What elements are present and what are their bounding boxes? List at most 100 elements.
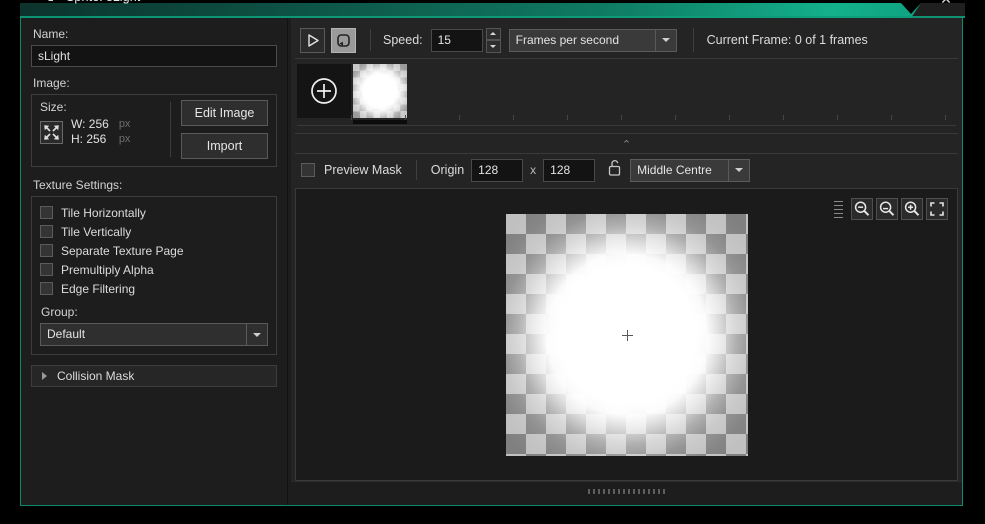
sprite-image-preview[interactable] (505, 213, 748, 456)
titlebar-collapse-icon[interactable] (48, 0, 53, 1)
timeline-tick (513, 115, 514, 120)
checkbox-row-tile-vertically[interactable]: Tile Vertically (40, 222, 268, 241)
collision-mask-section-header[interactable]: Collision Mask (31, 365, 277, 387)
image-label: Image: (33, 76, 70, 90)
texture-settings-label: Texture Settings: (33, 178, 123, 192)
checkbox-row-separate-texture-page[interactable]: Separate Texture Page (40, 241, 268, 260)
size-info: Size: W: 256 H: 256 px px (40, 100, 168, 159)
chevron-up-icon: ⌃ (621, 139, 632, 151)
collision-mask-label: Collision Mask (57, 369, 135, 383)
speed-input[interactable]: 15 (430, 28, 483, 52)
toolbar-divider (295, 58, 958, 59)
titlebar-shape (20, 3, 965, 18)
chevron-down-icon[interactable] (246, 323, 268, 346)
timeline-tick (567, 115, 568, 120)
timeline-tick (459, 115, 460, 120)
group-label: Group: (41, 305, 78, 319)
frame-thumbnail-0[interactable] (353, 64, 407, 118)
size-divider (170, 102, 171, 157)
close-icon[interactable]: ✕ (935, 0, 957, 8)
zoom-in-glyph (904, 201, 920, 216)
loop-glyph (337, 33, 350, 47)
preview-mask-label: Preview Mask (324, 163, 402, 177)
timeline-tick (837, 115, 838, 120)
resize-arrows-icon[interactable] (40, 120, 63, 144)
tile-horizontally-label: Tile Horizontally (61, 205, 146, 220)
timeline-tick (945, 115, 946, 120)
fit-to-screen-glyph (930, 202, 944, 216)
speed-type-dropdown[interactable]: Frames per second (508, 28, 677, 52)
height-unit-label: px (118, 133, 131, 145)
preview-origin-toolbar: Preview Mask Origin 128 x 128 Middle Cen… (295, 156, 958, 184)
texture-group-value: Default (40, 323, 246, 346)
origin-preset-dropdown[interactable]: Middle Centre (630, 158, 751, 182)
speed-stepper[interactable] (485, 27, 501, 53)
window-titlebar[interactable]: Sprite: sLight ✕ (20, 0, 965, 18)
timeline-tick (891, 115, 892, 120)
frames-strip (295, 62, 958, 134)
tile-vertically-checkbox[interactable] (40, 225, 53, 238)
timeline-tick (621, 115, 622, 120)
chevron-down-icon[interactable] (654, 28, 677, 52)
speed-label: Speed: (383, 33, 423, 47)
size-values: W: 256 H: 256 (71, 117, 109, 147)
speed-type-value: Frames per second (508, 28, 655, 52)
window-title: Sprite: sLight (66, 0, 140, 4)
zoom-reset-glyph (879, 201, 895, 216)
checkbox-row-edge-filtering[interactable]: Edge Filtering (40, 279, 268, 298)
origin-label: Origin (430, 163, 465, 177)
sprite-canvas-area[interactable] (295, 188, 958, 481)
name-section: Name: sLight (31, 27, 277, 67)
separate-texture-page-checkbox[interactable] (40, 244, 53, 257)
premultiply-alpha-checkbox[interactable] (40, 263, 53, 276)
separate-texture-page-label: Separate Texture Page (61, 243, 184, 258)
zoom-out-icon[interactable] (851, 198, 873, 220)
import-button[interactable]: Import (181, 133, 268, 159)
toolbar-separator (415, 160, 417, 180)
spinner-up-icon[interactable] (485, 27, 501, 40)
zoom-in-icon[interactable] (901, 198, 923, 220)
play-icon[interactable] (300, 27, 325, 53)
animation-toolbar: Speed: 15 Frames per second Current Fram… (291, 23, 962, 57)
window-status-bar (291, 481, 962, 505)
origin-crosshair-icon (621, 329, 633, 341)
preview-mask-checkbox[interactable] (301, 163, 315, 177)
origin-x-input[interactable]: 128 (471, 158, 524, 182)
add-frame-glyph (311, 78, 337, 104)
premultiply-alpha-label: Premultiply Alpha (61, 262, 154, 277)
spinner-down-icon[interactable] (485, 40, 501, 53)
size-label: Size: (40, 100, 67, 114)
edit-image-button[interactable]: Edit Image (181, 100, 268, 126)
zoom-reset-icon[interactable] (876, 198, 898, 220)
play-glyph (308, 33, 319, 47)
timeline-baseline (297, 125, 956, 126)
fit-to-screen-icon[interactable] (926, 198, 948, 220)
current-frame-status: Current Frame: 0 of 1 frames (706, 33, 868, 47)
origin-y-input[interactable]: 128 (543, 158, 596, 182)
size-units: px px (119, 117, 131, 147)
sprite-name-input[interactable]: sLight (31, 45, 277, 67)
width-unit-label: px (118, 118, 131, 130)
zoom-out-glyph (854, 201, 870, 216)
padlock-unlocked-icon[interactable] (607, 158, 622, 182)
sprite-properties-panel: Name: sLight Image: Size: W: 256 H: 256 … (21, 18, 287, 505)
tile-horizontally-checkbox[interactable] (40, 206, 53, 219)
frames-collapse-handle[interactable]: ⌃ (295, 136, 958, 154)
timeline-ruler[interactable] (297, 115, 956, 127)
checkbox-row-tile-horizontally[interactable]: Tile Horizontally (40, 203, 268, 222)
sprite-editor-window: Sprite: sLight ✕ Name: sLight Image: Siz… (20, 0, 965, 506)
canvas-zoom-controls (834, 198, 948, 220)
edge-filtering-checkbox[interactable] (40, 282, 53, 295)
resize-grip-icon[interactable] (587, 489, 666, 494)
loop-icon[interactable] (331, 27, 356, 53)
resize-arrows-glyph (44, 124, 59, 140)
edge-filtering-label: Edge Filtering (61, 281, 136, 296)
drag-grip-icon[interactable] (834, 200, 843, 218)
timeline-tick (675, 115, 676, 120)
texture-group-dropdown[interactable]: Default (40, 323, 268, 346)
chevron-down-icon[interactable] (728, 158, 751, 182)
add-frame-icon[interactable] (297, 64, 351, 118)
checkbox-row-premultiply-alpha[interactable]: Premultiply Alpha (40, 260, 268, 279)
toolbar-separator (370, 29, 371, 51)
timeline-tick (351, 115, 352, 120)
